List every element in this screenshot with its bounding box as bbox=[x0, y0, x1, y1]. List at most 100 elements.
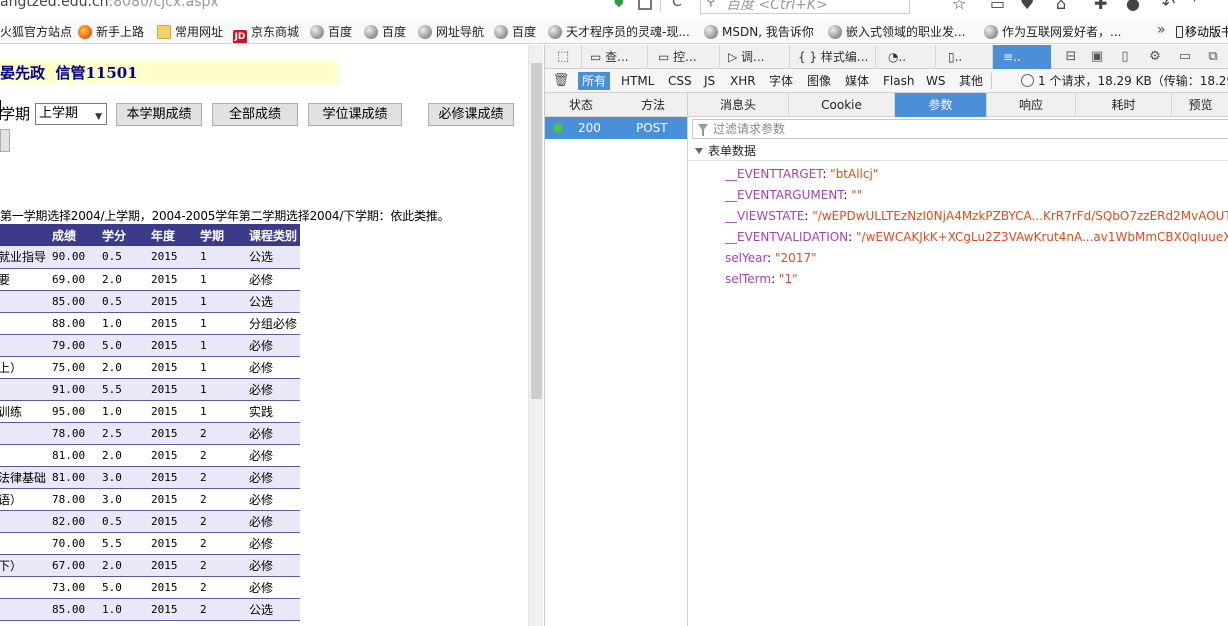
pocket-icon[interactable]: ♥ bbox=[1020, 0, 1034, 13]
table-row: 85.00 0.5 2015 1 公选 bbox=[0, 290, 301, 313]
param-key: selTerm bbox=[725, 272, 772, 286]
bookmark-item[interactable]: 百度 bbox=[494, 23, 536, 41]
param-row[interactable]: __EVENTTARGET: "btAllcj" bbox=[725, 164, 1228, 185]
reading-list-icon[interactable]: ▭ bbox=[990, 0, 1005, 13]
param-value: "/wEWCAKJkK+XCgLu2Z3VAwKrut4nA...av1WbMm… bbox=[856, 230, 1228, 244]
tab-memory[interactable]: ▯.. bbox=[935, 45, 991, 69]
qr-code-icon[interactable] bbox=[638, 0, 652, 10]
bookmarks-overflow-button[interactable]: » bbox=[1157, 22, 1166, 38]
back-icon[interactable]: ↶ bbox=[1162, 0, 1175, 13]
tab-cookies[interactable]: Cookie bbox=[789, 93, 895, 117]
url-text[interactable]: angtzed.edu.cn:8080/cjcx.aspx bbox=[0, 0, 219, 10]
credit-cell: 3.0 bbox=[96, 466, 146, 489]
shield-icon[interactable]: ⛊ bbox=[614, 0, 628, 11]
filter-other[interactable]: 其他 bbox=[955, 72, 987, 90]
required-grades-button[interactable]: 必修课成绩 bbox=[428, 103, 514, 126]
bookmark-item[interactable]: 嵌入式领域的职业发... bbox=[828, 23, 965, 41]
this-term-grades-button[interactable]: 本学期成绩 bbox=[116, 103, 202, 126]
term-cell: 1 bbox=[194, 312, 244, 335]
filter-all[interactable]: 所有 bbox=[578, 72, 611, 90]
tab-preview[interactable]: 预览 bbox=[1172, 93, 1228, 117]
filter-html[interactable]: HTML bbox=[617, 72, 658, 90]
course-type-cell: 分组必修 bbox=[243, 312, 301, 335]
course-name-cell: 法律基础 bbox=[0, 466, 47, 489]
url-bar[interactable]: angtzed.edu.cn:8080/cjcx.aspx ⛊ C ⚲ 百度 <… bbox=[0, 0, 1228, 14]
filter-js[interactable]: JS bbox=[700, 72, 719, 90]
gear-icon[interactable]: ⚙ bbox=[1143, 45, 1167, 69]
score-cell: 88.00 bbox=[46, 312, 97, 335]
request-row[interactable]: 200 POST bbox=[545, 117, 687, 139]
tab-inspector[interactable]: ▭ 查... bbox=[581, 45, 647, 69]
term-cell: 2 bbox=[194, 488, 244, 511]
param-row[interactable]: __EVENTARGUMENT: "" bbox=[725, 185, 1228, 206]
year-cell: 2015 bbox=[145, 532, 195, 555]
tab-debugger[interactable]: ▷ 调... bbox=[719, 45, 789, 69]
filter-ws[interactable]: WS bbox=[922, 72, 949, 90]
star-icon[interactable]: ☆ bbox=[952, 0, 966, 13]
tab-timings[interactable]: 耗时 bbox=[1076, 93, 1172, 117]
mobile-bookmarks[interactable]: 移动版书 bbox=[1176, 23, 1228, 40]
home-icon[interactable]: ⌂ bbox=[1056, 0, 1066, 13]
trash-icon[interactable]: 🗑 bbox=[549, 69, 573, 93]
undock-icon[interactable]: ⧉ bbox=[1201, 45, 1225, 69]
param-filter-input[interactable]: 过滤请求参数 bbox=[692, 119, 1228, 139]
bookmark-item[interactable]: JD 京东商城 bbox=[233, 23, 299, 43]
dock-icon[interactable]: ▭ bbox=[1173, 45, 1197, 69]
param-row[interactable]: selYear: "2017" bbox=[725, 248, 1228, 269]
responsive-icon[interactable]: ⊟ bbox=[1059, 45, 1083, 69]
tab-response[interactable]: 响应 bbox=[987, 93, 1076, 117]
col-header-method[interactable]: 方法 bbox=[641, 93, 665, 117]
screen: angtzed.edu.cn:8080/cjcx.aspx ⛊ C ⚲ 百度 <… bbox=[0, 0, 1228, 626]
bookmark-item[interactable]: 天才程序员的灵魂-现... bbox=[548, 23, 690, 41]
scrollbar-thumb[interactable] bbox=[531, 63, 542, 399]
bookmark-item[interactable]: 百度 bbox=[310, 23, 352, 41]
extension-icon[interactable]: ✚ bbox=[1094, 0, 1107, 13]
param-row[interactable]: selTerm: "1" bbox=[725, 269, 1228, 290]
tab-performance[interactable]: ◔.. bbox=[875, 45, 935, 69]
filter-css[interactable]: CSS bbox=[664, 72, 696, 90]
param-row[interactable]: __VIEWSTATE: "/wEPDwULLTEzNzI0NjA4MzkPZB… bbox=[725, 206, 1228, 227]
bookmark-item[interactable]: MSDN, 我告诉你 bbox=[704, 23, 814, 41]
filter-xhr[interactable]: XHR bbox=[726, 72, 760, 90]
tab-params[interactable]: 参数 bbox=[895, 93, 987, 117]
bookmark-item[interactable]: 网址导航 bbox=[418, 23, 484, 41]
term-select[interactable]: 上学期 ▼ bbox=[35, 103, 107, 125]
bookmark-label: 常用网址 bbox=[175, 25, 224, 39]
form-data-section[interactable]: 表单数据 bbox=[688, 141, 1228, 161]
bookmark-item[interactable]: 火狐官方站点 bbox=[0, 23, 72, 41]
filter-fonts[interactable]: 字体 bbox=[765, 72, 797, 90]
col-header-status[interactable]: 状态 bbox=[569, 93, 593, 117]
param-row[interactable]: __EVENTVALIDATION: "/wEWCAKJkK+XCgLu2Z3V… bbox=[725, 227, 1228, 248]
param-filter-placeholder: 过滤请求参数 bbox=[713, 122, 786, 136]
tab-style-editor[interactable]: { } 样式编... bbox=[789, 45, 875, 69]
filter-media[interactable]: 媒体 bbox=[841, 72, 873, 90]
filter-images[interactable]: 图像 bbox=[803, 72, 835, 90]
term-cell: 2 bbox=[194, 466, 244, 489]
bookmark-label: 网址导航 bbox=[436, 25, 485, 39]
filter-flash[interactable]: Flash bbox=[879, 72, 918, 90]
bookmark-folder[interactable]: 常用网址 bbox=[157, 23, 223, 41]
bookmark-item[interactable]: 新手上路 bbox=[78, 23, 144, 41]
score-cell: 69.00 bbox=[46, 268, 97, 291]
tab-headers[interactable]: 消息头 bbox=[688, 93, 789, 117]
tab-console[interactable]: ▭ 控... bbox=[647, 45, 719, 69]
course-name-cell: 训练 bbox=[0, 400, 47, 423]
param-key: __EVENTTARGET bbox=[725, 167, 823, 181]
tab-network[interactable]: ≡.. bbox=[992, 45, 1051, 69]
chat-icon[interactable]: ● bbox=[1126, 0, 1140, 13]
bookmark-label: MSDN, 我告诉你 bbox=[722, 25, 814, 39]
course-type-cell: 必修 bbox=[243, 268, 301, 291]
element-picker-icon[interactable]: ⬚ bbox=[551, 45, 575, 69]
bookmark-item[interactable]: 作为互联网爱好者，... bbox=[984, 23, 1121, 41]
panel-divider[interactable] bbox=[687, 93, 688, 626]
console-split-icon[interactable]: ▣ bbox=[1085, 45, 1109, 69]
all-grades-button[interactable]: 全部成绩 bbox=[212, 103, 298, 126]
bookmark-item[interactable]: 百度 bbox=[364, 23, 406, 41]
chevron-down-icon[interactable]: ▾ bbox=[1192, 0, 1197, 5]
query-button[interactable] bbox=[0, 129, 10, 152]
table-row: 训练 95.00 1.0 2015 1 实践 bbox=[0, 400, 301, 423]
page-scrollbar[interactable] bbox=[528, 45, 543, 626]
mobile-icon[interactable]: ▯ bbox=[1113, 45, 1137, 69]
reload-icon[interactable]: C bbox=[672, 0, 682, 10]
degree-grades-button[interactable]: 学位课成绩 bbox=[308, 103, 402, 126]
